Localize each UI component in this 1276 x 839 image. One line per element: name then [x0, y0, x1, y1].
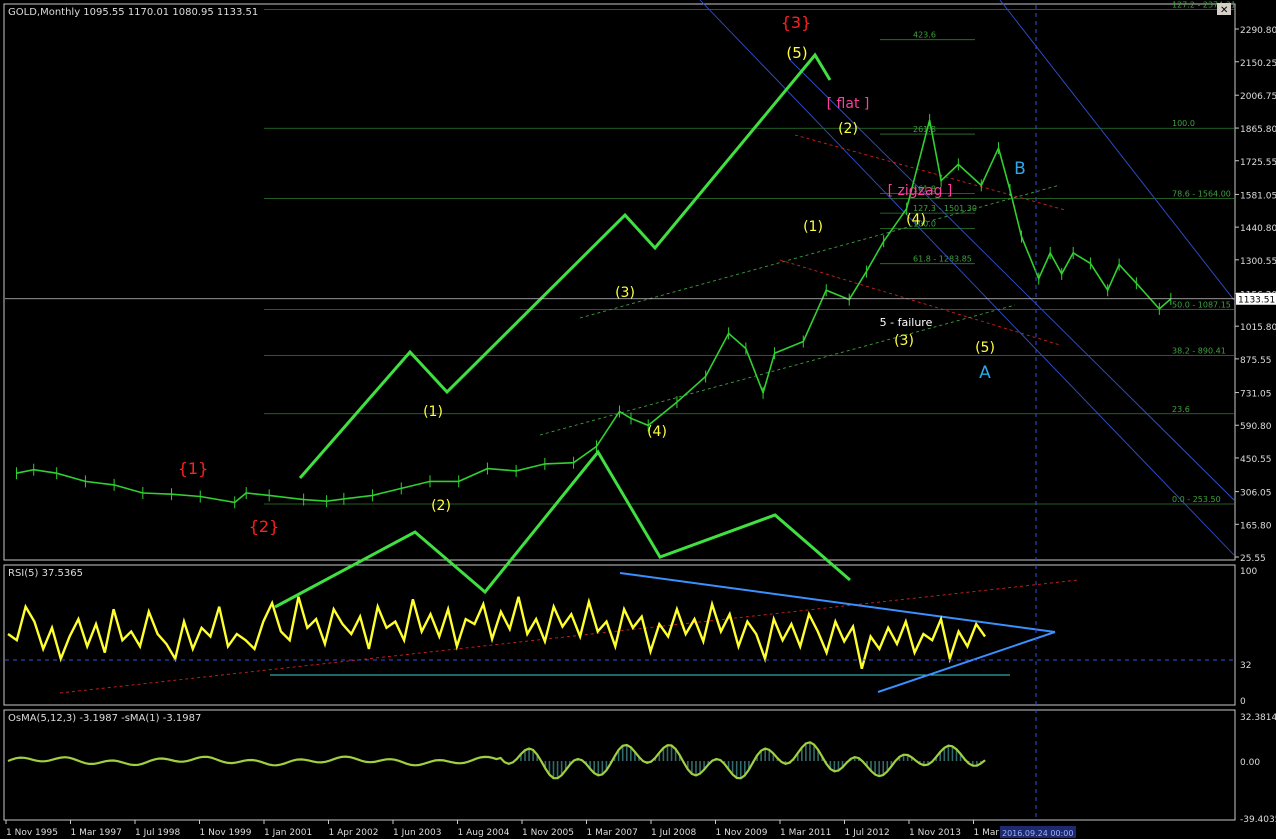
chart-canvas[interactable]: 423.6261.8161.8127.3 - 1501.30100.061.8 … — [0, 0, 1276, 839]
x-tick-label: 1 Mar 2007 — [587, 828, 638, 838]
y-tick-label: 1581.05 — [1240, 191, 1276, 201]
x-tick-label: 1 Nov 2009 — [716, 828, 768, 838]
wave-label: 5 - failure — [880, 316, 933, 329]
close-icon: ✕ — [1220, 5, 1228, 16]
wave-label: [ flat ] — [827, 96, 870, 112]
wave-label: (5) — [975, 340, 995, 356]
fib-label: 78.6 - 1564.00 — [1172, 189, 1231, 198]
wave-label: (4) — [906, 212, 926, 228]
fib-label: 0.0 - 253.50 — [1172, 495, 1221, 504]
wave-label: (2) — [838, 121, 858, 137]
x-tick-label: 1 Nov 2005 — [522, 828, 574, 838]
fib-label: 23.6 — [1172, 405, 1190, 414]
osma-tick-label: 0.00 — [1240, 758, 1260, 768]
wave-label: (5) — [786, 44, 807, 62]
fib-label: 61.8 - 1283.85 — [913, 255, 972, 264]
y-tick-label: 1440.80 — [1240, 224, 1276, 234]
fib-label: 100.0 — [1172, 119, 1195, 128]
x-tick-label: 1 Aug 2004 — [458, 828, 510, 838]
rsi-tick-label: 32 — [1240, 661, 1251, 671]
x-tick-label: 1 Mar 1997 — [71, 828, 122, 838]
osma-tick-label: -39.4035 — [1240, 815, 1276, 825]
x-tick-label: 1 Nov 1999 — [200, 828, 252, 838]
y-tick-label: 165.80 — [1240, 521, 1272, 531]
wave-label: (1) — [423, 404, 443, 420]
osma-tick-label: 32.3814 — [1240, 713, 1276, 723]
x-cursor-label: 2016.09.24 00:00 — [1002, 829, 1073, 838]
chart-header: GOLD,Monthly 1095.55 1170.01 1080.95 113… — [8, 7, 258, 18]
y-tick-label: 1300.55 — [1240, 257, 1276, 267]
wave-label: (2) — [431, 498, 451, 514]
wave-label: [ zigzag ] — [888, 183, 953, 199]
wave-label: {3} — [781, 13, 812, 32]
last-price-label: 1133.51 — [1238, 296, 1275, 306]
y-tick-label: 1725.55 — [1240, 158, 1276, 168]
wave-label: B — [1014, 159, 1026, 179]
x-tick-label: 1 Apr 2002 — [329, 828, 379, 838]
y-tick-label: 2150.25 — [1240, 59, 1276, 69]
fib-label: 423.6 — [913, 31, 936, 40]
x-tick-label: 1 Jan 2001 — [264, 828, 312, 838]
wave-label: (3) — [894, 333, 914, 349]
y-tick-label: 1015.80 — [1240, 323, 1276, 333]
osma-label: OsMA(5,12,3) -3.1987 -sMA(1) -3.1987 — [8, 713, 201, 724]
x-tick-label: 1 Jun 2003 — [393, 828, 441, 838]
y-tick-label: 1865.80 — [1240, 125, 1276, 135]
y-tick-label: 875.55 — [1240, 356, 1272, 366]
y-tick-label: 731.05 — [1240, 390, 1272, 400]
x-tick-label: 1 Jul 1998 — [135, 828, 180, 838]
fib-label: 50.0 - 1087.15 — [1172, 301, 1231, 310]
wave-label: (1) — [803, 219, 823, 235]
y-tick-label: 450.55 — [1240, 455, 1272, 465]
wave-label: A — [979, 363, 991, 383]
x-tick-label: 1 Nov 1995 — [6, 828, 58, 838]
rsi-tick-label: 100 — [1240, 567, 1257, 577]
fib-label: 38.2 - 890.41 — [1172, 347, 1226, 356]
y-tick-label: 306.05 — [1240, 489, 1272, 499]
rsi-label: RSI(5) 37.5365 — [8, 568, 83, 579]
y-tick-label: 2006.75 — [1240, 92, 1276, 102]
y-tick-label: 25.55 — [1240, 554, 1266, 564]
y-tick-label: 2290.80 — [1240, 26, 1276, 36]
metatrader-chart-window: 423.6 261.8 161.8 127.3 - 1501.30 100.0 61.8 … — [0, 0, 1276, 839]
x-tick-label: 1 Jul 2012 — [845, 828, 890, 838]
x-tick-label: 1 Nov 2013 — [909, 828, 961, 838]
wave-label: {1} — [178, 459, 209, 478]
x-tick-label: 1 Mar 2011 — [780, 828, 831, 838]
x-tick-label: 1 Jul 2008 — [651, 828, 696, 838]
wave-label: {2} — [249, 517, 280, 536]
y-tick-label: 590.80 — [1240, 422, 1272, 432]
wave-label: (4) — [647, 424, 667, 440]
rsi-tick-label: 0 — [1240, 697, 1246, 707]
